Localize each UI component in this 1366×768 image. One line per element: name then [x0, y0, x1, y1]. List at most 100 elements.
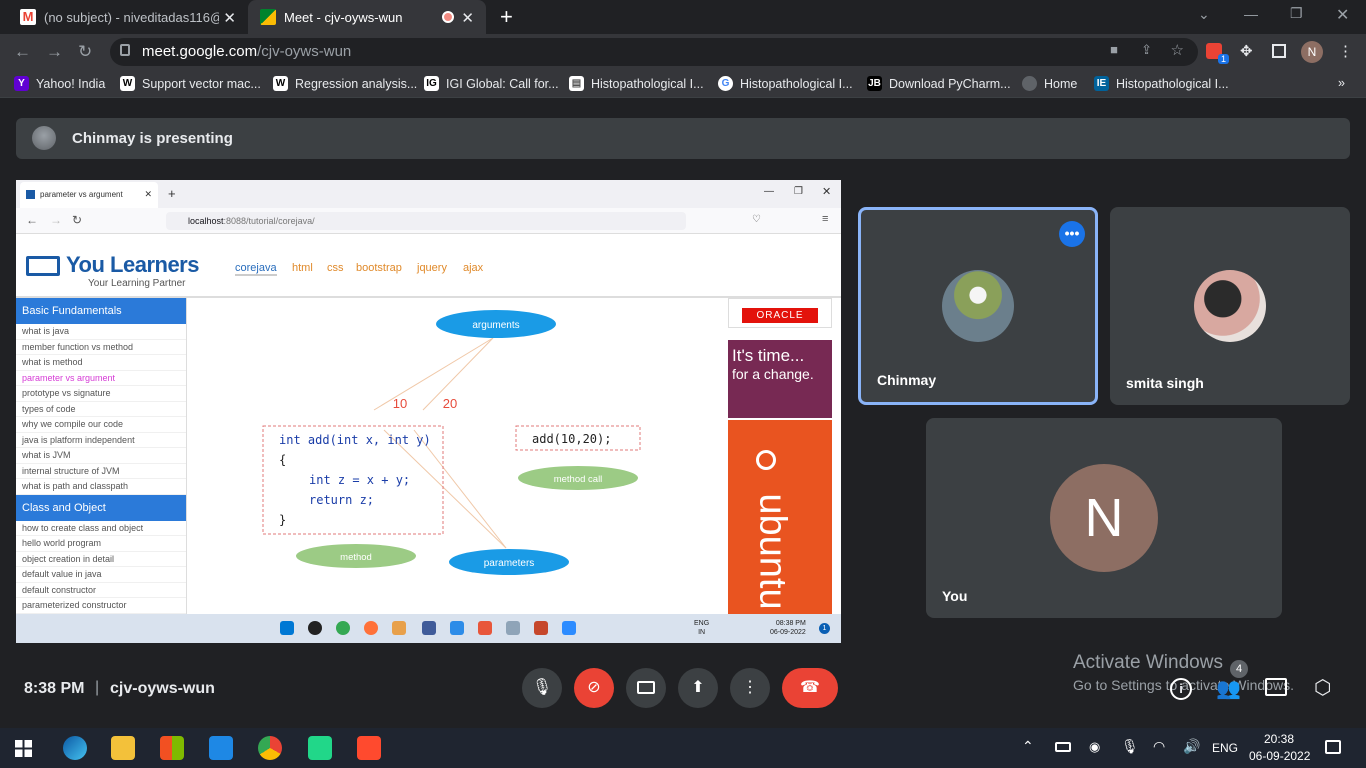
browser-tab-meet[interactable]: Meet - cjv-oyws-wun ✕	[248, 0, 486, 34]
app-icon[interactable]	[209, 736, 233, 760]
bookmark-star-icon[interactable]: ☆	[1171, 41, 1184, 59]
shield-icon	[422, 621, 436, 635]
participant-tile-you[interactable]: N You	[926, 418, 1282, 618]
presenter-avatar	[32, 126, 56, 150]
microphone-button[interactable]: 🎙	[522, 668, 562, 708]
start-icon	[280, 621, 294, 635]
forward-icon: →	[50, 213, 62, 227]
restore-button[interactable]: ❐	[1290, 5, 1303, 22]
store-icon[interactable]	[160, 736, 184, 760]
sidebar-link: types of code	[16, 402, 186, 417]
browser-tab-gmail[interactable]: M (no subject) - niveditadas116@g ✕	[8, 0, 248, 34]
file-explorer-icon[interactable]	[111, 736, 135, 760]
close-icon[interactable]: ✕	[461, 9, 474, 27]
profile-avatar[interactable]: N	[1301, 41, 1323, 63]
shared-screen: parameter vs argument ✕ + — ❐ ✕ ← → ↻ lo…	[16, 180, 841, 643]
site-header: You Learners Your Learning Partner corej…	[16, 234, 841, 298]
camera-off-button[interactable]: ⊘	[574, 668, 614, 708]
code-close-brace: }	[279, 513, 286, 527]
ad-line-2: for a change.	[732, 366, 814, 382]
sidebar-link: default constructor	[16, 583, 186, 598]
youlearners-favicon	[26, 190, 35, 199]
bookmark-item[interactable]: Y Yahoo! India	[14, 76, 105, 91]
sidebar-link: why we compile our code	[16, 417, 186, 433]
shared-url-bar: ← → ↻ localhost:8088/tutorial/corejava/ …	[16, 208, 841, 234]
captions-button[interactable]	[626, 668, 666, 708]
tray-chevron-icon[interactable]: ⌃	[1022, 738, 1034, 755]
people-icon[interactable]: 👥	[1216, 676, 1241, 701]
chat-icon[interactable]	[1265, 678, 1287, 696]
bookmark-item[interactable]: W Regression analysis...	[273, 76, 417, 91]
forward-icon[interactable]: →	[46, 42, 63, 62]
back-icon: ←	[26, 213, 38, 227]
participant-tile-chinmay[interactable]: ••• Chinmay	[858, 207, 1098, 405]
camera-blocked-icon[interactable]: ■	[1110, 42, 1118, 57]
bookmark-item[interactable]: W Support vector mac...	[120, 76, 261, 91]
more-options-button[interactable]: ⋮	[730, 668, 770, 708]
brand-tagline: Your Learning Partner	[88, 278, 186, 289]
ad-ubuntu: ubuntu	[728, 420, 832, 614]
share-icon[interactable]: ⇪	[1141, 42, 1152, 58]
participant-photo	[1194, 270, 1266, 342]
battery-icon	[1055, 742, 1071, 752]
more-options-icon[interactable]: •••	[1059, 221, 1085, 247]
site-menu-html: html	[292, 262, 313, 274]
edge-icon[interactable]	[63, 736, 87, 760]
bookmark-item[interactable]: G Histopathological I...	[718, 76, 853, 91]
more-bookmarks-icon[interactable]: »	[1338, 76, 1345, 90]
window-close-button[interactable]: ✕	[1336, 5, 1349, 25]
bookmark-item[interactable]: JB Download PyCharm...	[867, 76, 1011, 91]
app-icon[interactable]	[357, 736, 381, 760]
leave-call-button[interactable]: ☎	[782, 668, 838, 708]
back-icon[interactable]: ←	[14, 42, 31, 62]
side-panel-icon[interactable]	[1272, 44, 1286, 58]
windows-start-icon[interactable]	[15, 740, 32, 757]
pycharm-icon[interactable]	[308, 736, 332, 760]
tab-title: Meet - cjv-oyws-wun	[284, 9, 403, 25]
language-indicator[interactable]: ENG	[1212, 741, 1238, 755]
self-avatar: N	[1050, 464, 1158, 572]
code-signature: int add(int x, int y)	[279, 433, 431, 447]
reload-icon[interactable]: ↻	[78, 42, 92, 62]
sidebar-section-title: Class and Object	[16, 494, 186, 521]
shared-lang-1: ENG	[694, 620, 710, 627]
activities-icon[interactable]: ⬡	[1314, 675, 1331, 700]
bookmark-label: Yahoo! India	[36, 76, 106, 91]
chrome-icon[interactable]	[258, 736, 282, 760]
wifi-icon[interactable]: ◠	[1153, 738, 1165, 755]
captions-icon	[637, 681, 655, 695]
ieee-icon: IE	[1094, 76, 1109, 91]
presenting-banner: Chinmay is presenting	[16, 118, 1350, 159]
puzzle-icon[interactable]: ✥	[1240, 42, 1253, 60]
bookmark-item[interactable]: Home	[1022, 76, 1077, 91]
minimize-button[interactable]: —	[1244, 6, 1258, 22]
present-button[interactable]: ⬆	[678, 668, 718, 708]
tab-search-icon[interactable]: ⌄	[1198, 6, 1210, 23]
chrome-icon	[336, 621, 350, 635]
method-call-code: add(10,20);	[532, 432, 611, 446]
notifications-icon[interactable]	[1325, 740, 1341, 754]
laptop-logo-icon	[26, 256, 60, 276]
address-bar[interactable]: meet.google.com/cjv-oyws-wun ■ ⇪ ☆	[110, 38, 1198, 66]
site-menu-css: css	[327, 262, 344, 274]
bookmark-item[interactable]: ▤ Histopathological I...	[569, 76, 704, 91]
end-call-icon: ☎	[800, 679, 820, 696]
meeting-time: 8:38 PM	[24, 680, 85, 697]
camera-off-icon: ⊘	[587, 679, 601, 696]
url-path: /cjv-oyws-wun	[257, 43, 352, 60]
code-line-1: int z = x + y;	[309, 473, 410, 487]
bookmark-item[interactable]: IE Histopathological I...	[1094, 76, 1229, 91]
volume-icon[interactable]: 🔊	[1183, 738, 1200, 755]
menu-icon[interactable]: ⋮	[1338, 42, 1353, 60]
clock-time[interactable]: 20:38	[1264, 732, 1294, 746]
bookmark-label: Home	[1044, 76, 1078, 91]
participant-tile-smita[interactable]: smita singh	[1110, 207, 1350, 405]
close-icon[interactable]: ✕	[223, 9, 236, 27]
participant-name: Chinmay	[877, 372, 937, 388]
info-icon[interactable]: i	[1170, 678, 1192, 700]
new-tab-button[interactable]: +	[500, 4, 513, 30]
bookmark-item[interactable]: IG IGI Global: Call for...	[424, 76, 559, 91]
meet-icon	[260, 9, 276, 25]
clock-date[interactable]: 06-09-2022	[1249, 749, 1310, 763]
parameters-label: parameters	[484, 558, 535, 569]
